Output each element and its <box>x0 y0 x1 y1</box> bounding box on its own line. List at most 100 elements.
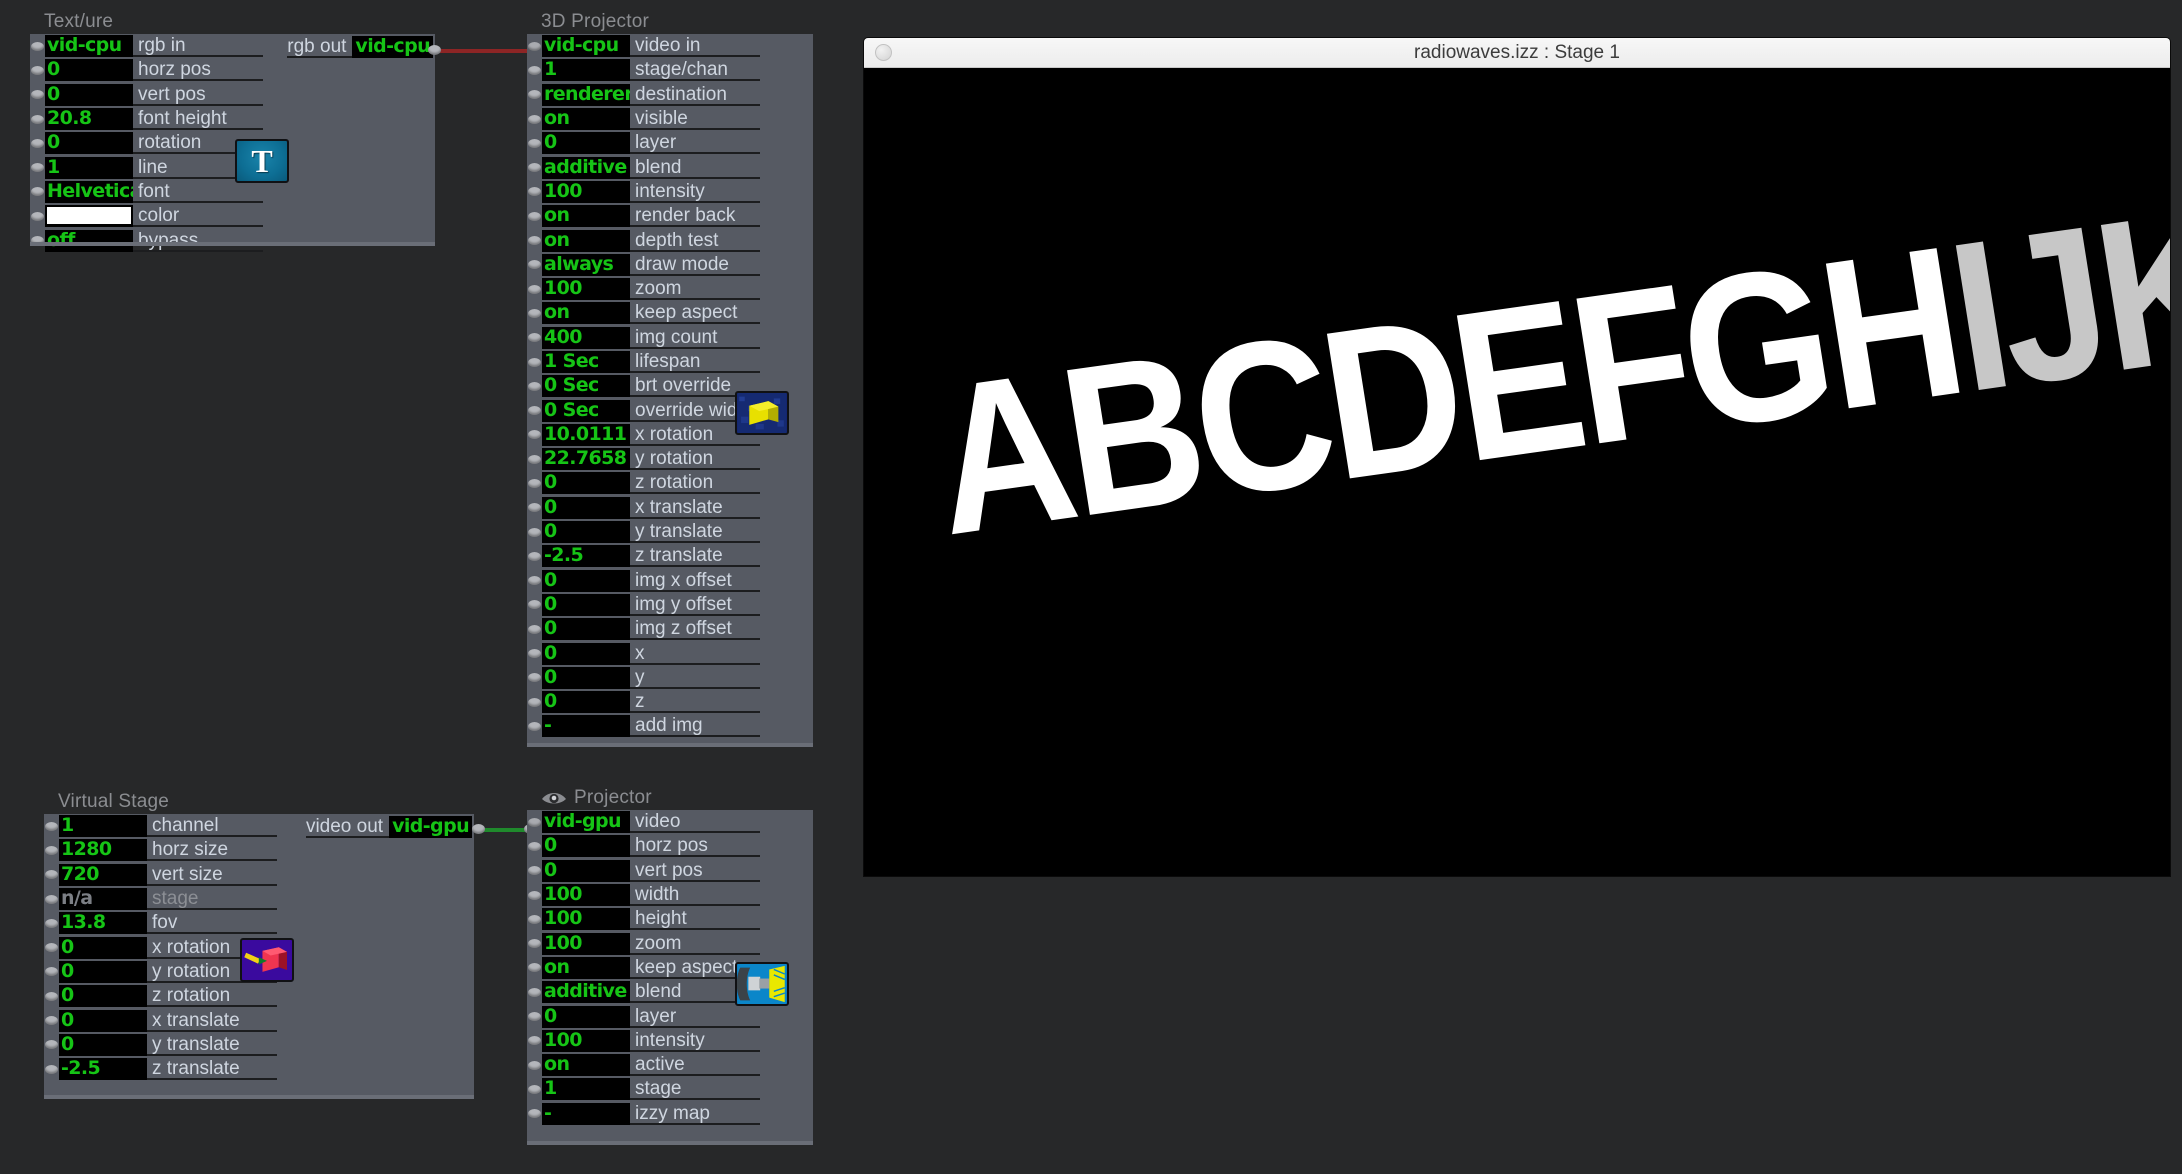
param-row[interactable]: - izzy map <box>527 1102 813 1126</box>
param-row[interactable]: 1 Sec lifespan <box>527 350 813 374</box>
param-plug-icon[interactable] <box>31 138 44 148</box>
param-value[interactable]: 0 <box>542 496 630 519</box>
param-plug-icon[interactable] <box>528 163 541 173</box>
param-plug-icon[interactable] <box>528 1012 541 1022</box>
param-plug-icon[interactable] <box>528 1060 541 1070</box>
param-plug-icon[interactable] <box>31 211 44 221</box>
param-plug-icon[interactable] <box>528 576 541 586</box>
param-row[interactable]: 0y translate <box>527 520 813 544</box>
param-row[interactable]: 0 img y offset <box>527 593 813 617</box>
param-plug-icon[interactable] <box>528 333 541 343</box>
param-value[interactable]: n/a <box>59 888 147 911</box>
param-plug-icon[interactable] <box>45 1040 58 1050</box>
param-value[interactable]: 100 <box>542 1029 630 1052</box>
param-plug-icon[interactable] <box>528 406 541 416</box>
param-value[interactable]: additive <box>542 981 630 1004</box>
param-value[interactable]: 400 <box>542 326 630 349</box>
param-plug-icon[interactable] <box>31 236 44 246</box>
param-plug-icon[interactable] <box>528 963 541 973</box>
wire-texture-to-3dprojector[interactable] <box>434 49 534 53</box>
param-plug-icon[interactable] <box>528 673 541 683</box>
param-plug-icon[interactable] <box>528 649 541 659</box>
param-value[interactable]: 20.8 <box>45 108 133 131</box>
param-value[interactable]: 1 <box>542 1078 630 1101</box>
param-plug-icon[interactable] <box>45 943 58 953</box>
param-plug-icon[interactable] <box>528 138 541 148</box>
param-value[interactable]: 22.7658 <box>542 448 630 471</box>
param-row[interactable]: 100 zoom <box>527 277 813 301</box>
param-plug-icon[interactable] <box>45 894 58 904</box>
param-value[interactable]: 13.8 <box>59 912 147 935</box>
param-value[interactable]: on <box>542 229 630 252</box>
param-row[interactable]: 100 height <box>527 907 813 931</box>
param-value[interactable]: 1 Sec <box>542 351 630 373</box>
param-plug-icon[interactable] <box>528 1036 541 1046</box>
param-value[interactable]: 0 <box>542 132 630 155</box>
param-plug-icon[interactable] <box>528 503 541 513</box>
param-value[interactable]: on <box>542 1054 630 1077</box>
param-value[interactable]: on <box>542 205 630 228</box>
param-plug-icon[interactable] <box>528 987 541 997</box>
param-plug-icon[interactable] <box>528 430 541 440</box>
param-value[interactable]: 0 <box>45 83 133 106</box>
param-plug-icon[interactable] <box>528 478 541 488</box>
param-value[interactable]: 10.0111 <box>542 423 630 446</box>
output-port-video-out[interactable]: video out vid-gpu <box>305 815 472 839</box>
param-row[interactable]: always draw mode <box>527 253 813 277</box>
text-t-icon[interactable]: T <box>235 139 289 183</box>
param-value[interactable]: on <box>542 302 630 325</box>
param-value[interactable]: always <box>542 253 630 276</box>
param-plug-icon[interactable] <box>528 211 541 221</box>
param-row[interactable]: color <box>30 204 435 228</box>
param-row[interactable]: 0 layer <box>527 1004 813 1028</box>
param-row[interactable]: 400 img count <box>527 326 813 350</box>
param-value[interactable]: 0 Sec <box>542 375 630 398</box>
param-row[interactable]: 13.8 fov <box>44 911 474 935</box>
param-row[interactable]: on visible <box>527 107 813 131</box>
param-row[interactable]: off bypass <box>30 228 435 252</box>
param-row[interactable]: 720 vert size <box>44 863 474 887</box>
stage-window-titlebar[interactable]: radiowaves.izz : Stage 1 <box>864 38 2170 68</box>
param-row[interactable]: 1 line <box>30 155 435 179</box>
param-value[interactable]: 1280 <box>59 839 147 862</box>
param-row[interactable]: -2.5 z translate <box>527 544 813 568</box>
color-swatch[interactable] <box>47 207 131 225</box>
param-row[interactable]: 0x <box>527 641 813 665</box>
param-row[interactable]: 0 horz pos <box>527 834 813 858</box>
param-value[interactable]: 0 <box>542 666 630 689</box>
param-row[interactable]: 0x translate <box>44 1008 474 1032</box>
param-plug-icon[interactable] <box>528 624 541 634</box>
param-plug-icon[interactable] <box>528 841 541 851</box>
param-plug-icon[interactable] <box>528 284 541 294</box>
yellow-cube-icon[interactable] <box>735 391 789 435</box>
param-value[interactable]: 720 <box>59 863 147 886</box>
param-row[interactable]: 0 img z offset <box>527 617 813 641</box>
param-row[interactable]: 0 img x offset <box>527 569 813 593</box>
param-plug-icon[interactable] <box>528 260 541 270</box>
param-plug-icon[interactable] <box>528 90 541 100</box>
param-row[interactable]: 100 intensity <box>527 180 813 204</box>
param-row[interactable]: 0 layer <box>527 131 813 155</box>
param-value[interactable]: 0 <box>542 691 630 714</box>
module-texture[interactable]: Text/ure vid-cpu rgb in 0 horz pos 0 vert pos… <box>30 10 435 252</box>
param-plug-icon[interactable] <box>528 914 541 924</box>
param-row[interactable]: 100 intensity <box>527 1029 813 1053</box>
param-value[interactable]: 1 <box>542 59 630 82</box>
module-virtual-stage[interactable]: Virtual Stage 1 channel 1280 horz size 720 ve… <box>44 790 474 1099</box>
param-value[interactable]: 100 <box>542 932 630 955</box>
param-value[interactable]: 0 <box>45 132 133 155</box>
param-plug-icon[interactable] <box>528 1109 541 1119</box>
param-value[interactable]: 100 <box>542 278 630 301</box>
param-value[interactable]: - <box>542 1102 630 1125</box>
param-value[interactable]: 0 <box>59 1033 147 1056</box>
param-plug-icon[interactable] <box>528 939 541 949</box>
param-plug-icon[interactable] <box>528 65 541 75</box>
param-value[interactable]: 0 <box>59 1009 147 1032</box>
param-row[interactable]: 100 zoom <box>527 931 813 955</box>
param-value[interactable]: renderer <box>542 83 630 106</box>
param-value[interactable]: - <box>542 715 630 738</box>
param-plug-icon[interactable] <box>528 357 541 367</box>
param-plug-icon[interactable] <box>528 721 541 731</box>
param-value[interactable]: vid-gpu <box>542 811 630 834</box>
param-plug-icon[interactable] <box>528 308 541 318</box>
